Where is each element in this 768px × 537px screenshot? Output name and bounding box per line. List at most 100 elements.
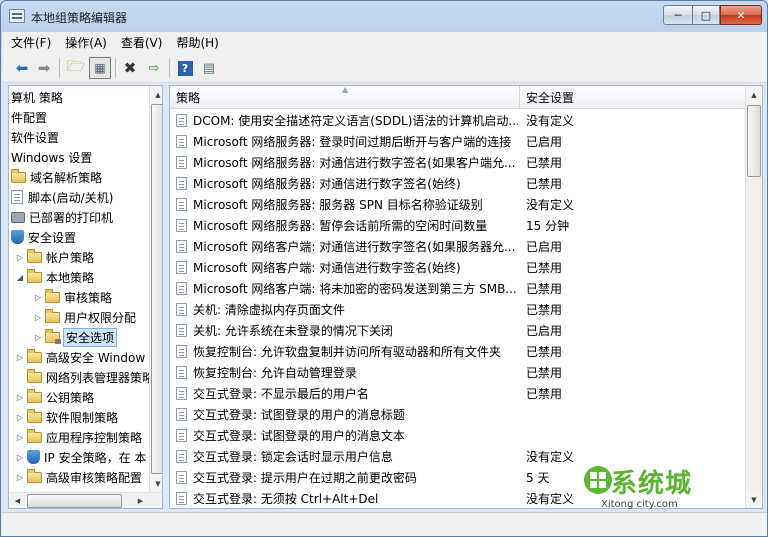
collapsed-arrow-icon[interactable]: ▷ (15, 453, 25, 462)
table-row[interactable]: 恢复控制台: 允许自动管理登录 已禁用 (170, 362, 745, 383)
policy-name: Microsoft 网络服务器: 对通信进行数字签名(始终) (193, 177, 461, 191)
policy-name: Microsoft 网络客户端: 对通信进行数字签名(如果服务器允... (193, 240, 516, 254)
collapsed-arrow-icon[interactable]: ▷ (15, 473, 25, 482)
tree-item-label: 件配置 (11, 110, 48, 125)
policy-cell: Microsoft 网络客户端: 对通信进行数字签名(始终) (176, 259, 518, 276)
policy-cell: 交互式登录: 无须按 Ctrl+Alt+Del (176, 490, 518, 507)
policy-name: Microsoft 网络服务器: 对通信进行数字签名(如果客户端允... (193, 156, 516, 170)
table-row[interactable]: 交互式登录: 试图登录的用户的消息文本 (170, 425, 745, 446)
collapsed-arrow-icon[interactable]: ▷ (15, 253, 25, 262)
table-row[interactable]: Microsoft 网络服务器: 暂停会话前所需的空闲时间数量 15 分钟 (170, 215, 745, 236)
export-icon[interactable]: ⇨ (143, 57, 165, 79)
table-row[interactable]: 交互式登录: 不显示最后的用户名 已禁用 (170, 383, 745, 404)
up-folder-icon[interactable]: 🗁 (65, 57, 87, 79)
collapsed-arrow-icon[interactable]: ▷ (33, 313, 43, 322)
tree-item[interactable]: ▷ 公钥策略 (15, 387, 94, 407)
status-bar (2, 512, 767, 536)
table-row[interactable]: Microsoft 网络服务器: 对通信进行数字签名(始终) 已禁用 (170, 173, 745, 194)
tree-vertical-scrollbar[interactable]: ▲ ▼ (149, 86, 162, 492)
scroll-up-icon[interactable]: ▲ (746, 86, 762, 103)
tree-item[interactable]: ▷ 应用程序控制策略 (15, 427, 142, 447)
menu-view[interactable]: 查看(V) (121, 34, 163, 51)
table-row[interactable]: Microsoft 网络客户端: 将未加密的密码发送到第三方 SMB... 已禁用 (170, 278, 745, 299)
tree-item[interactable]: 域名解析策略 (11, 167, 102, 187)
tree-item[interactable]: ▷ 高级安全 Window (15, 347, 145, 367)
app-icon (9, 9, 25, 23)
back-arrow-icon[interactable]: ⬅ (11, 57, 33, 79)
tree-item[interactable]: 安全设置 (11, 227, 76, 247)
collapsed-arrow-icon[interactable]: ▷ (15, 433, 25, 442)
table-row[interactable]: Microsoft 网络服务器: 服务器 SPN 目标名称验证级别 没有定义 (170, 194, 745, 215)
tree-item-label: 帐户策略 (46, 250, 95, 265)
scroll-down-icon[interactable]: ▼ (746, 491, 762, 508)
column-header-policy[interactable]: ▲ 策略 (170, 86, 520, 109)
policy-name: 恢复控制台: 允许软盘复制并访问所有驱动器和所有文件夹 (193, 345, 501, 359)
scroll-left-icon[interactable]: ◀ (9, 493, 26, 508)
table-row[interactable]: 恢复控制台: 允许软盘复制并访问所有驱动器和所有文件夹 已禁用 (170, 341, 745, 362)
menu-help[interactable]: 帮助(H) (176, 34, 218, 51)
show-tree-icon[interactable]: ▦ (89, 57, 111, 79)
tree-item[interactable]: ▷ 安全选项 (33, 327, 118, 347)
tree-item[interactable]: 脚本(启动/关机) (11, 187, 113, 207)
table-row[interactable]: Microsoft 网络客户端: 对通信进行数字签名(如果服务器允... 已启用 (170, 236, 745, 257)
collapsed-arrow-icon[interactable]: ▷ (15, 413, 25, 422)
collapsed-arrow-icon[interactable]: ▷ (33, 293, 43, 302)
policy-cell: 交互式登录: 试图登录的用户的消息文本 (176, 427, 518, 444)
maximize-button[interactable]: □ (692, 5, 720, 25)
tree-item[interactable]: Windows 设置 (11, 147, 92, 167)
expanded-arrow-icon[interactable]: ◢ (15, 273, 25, 282)
table-row[interactable]: DCOM: 使用安全描述符定义语言(SDDL)语法的计算机启动... 没有定义 (170, 110, 745, 131)
table-row[interactable]: 关机: 允许系统在未登录的情况下关闭 已启用 (170, 320, 745, 341)
tree-item[interactable]: ▷ IP 安全策略，在 本 (15, 447, 146, 467)
tree-item[interactable]: 已部署的打印机 (11, 207, 113, 227)
tree-hscroll-thumb[interactable] (27, 494, 122, 508)
tree-item[interactable]: ▷ 帐户策略 (15, 247, 94, 267)
list-vertical-scrollbar[interactable]: ▲ ▼ (745, 86, 762, 508)
tree-item[interactable]: ▷ 软件限制策略 (15, 407, 118, 427)
tree-horizontal-scrollbar[interactable]: ◀ ▶ (9, 492, 162, 508)
scroll-right-icon[interactable]: ▶ (132, 493, 149, 508)
policy-name: 交互式登录: 锁定会话时显示用户信息 (193, 450, 393, 464)
tree-scroll-thumb[interactable] (151, 104, 162, 474)
table-row[interactable]: Microsoft 网络服务器: 对通信进行数字签名(如果客户端允... 已禁用 (170, 152, 745, 173)
collapsed-arrow-icon[interactable]: ▷ (15, 393, 25, 402)
table-row[interactable]: Microsoft 网络服务器: 登录时间过期后断开与客户端的连接 已启用 (170, 131, 745, 152)
policy-name: DCOM: 使用安全描述符定义语言(SDDL)语法的计算机启动... (193, 114, 518, 128)
tree-item-label: 本地策略 (46, 270, 95, 285)
tree-item[interactable]: 件配置 (11, 107, 47, 127)
table-row[interactable]: 关机: 清除虚拟内存页面文件 已禁用 (170, 299, 745, 320)
tree-item[interactable]: 网络列表管理器策略 (15, 367, 149, 387)
menu-file[interactable]: 文件(F) (11, 34, 51, 51)
menu-action[interactable]: 操作(A) (65, 34, 107, 51)
folder-icon (27, 248, 42, 263)
policy-icon (176, 429, 187, 442)
forward-arrow-icon[interactable]: ➡ (33, 57, 55, 79)
tree-item-label: 域名解析策略 (30, 170, 103, 185)
tree-item-label: 应用程序控制策略 (46, 430, 143, 445)
tree-item[interactable]: ▷ 高级审核策略配置 (15, 467, 142, 487)
delete-icon[interactable]: ✖ (119, 57, 141, 79)
tree-item[interactable]: ▷ 用户权限分配 (33, 307, 136, 327)
properties-icon[interactable]: ▤ (198, 57, 220, 79)
collapsed-arrow-icon[interactable]: ▷ (33, 333, 43, 342)
tree-item[interactable]: 算机 策略 (11, 87, 63, 107)
help-icon[interactable]: ? (174, 57, 196, 79)
list-scroll-thumb[interactable] (747, 105, 761, 177)
scroll-up-icon[interactable]: ▲ (150, 86, 162, 103)
tree-item[interactable]: ▷ 审核策略 (33, 287, 112, 307)
scroll-down-icon[interactable]: ▼ (150, 475, 162, 492)
tree-item[interactable]: 软件设置 (11, 127, 59, 147)
table-row[interactable]: Microsoft 网络客户端: 对通信进行数字签名(始终) 已禁用 (170, 257, 745, 278)
watermark-subtext: Xitong city.com (601, 499, 678, 510)
policy-icon (176, 219, 187, 232)
collapsed-arrow-icon[interactable]: ▷ (15, 353, 25, 362)
minimize-button[interactable]: ─ (663, 5, 693, 25)
policy-icon (176, 198, 187, 211)
close-button[interactable]: ✕ (720, 5, 762, 25)
title-bar: 本地组策略编辑器 ─ □ ✕ (1, 1, 767, 31)
policy-cell: 交互式登录: 不显示最后的用户名 (176, 385, 518, 402)
column-header-setting[interactable]: 安全设置 (520, 86, 745, 109)
tree-item[interactable]: ◢ 本地策略 (15, 267, 94, 287)
policy-icon (176, 261, 187, 274)
table-row[interactable]: 交互式登录: 试图登录的用户的消息标题 (170, 404, 745, 425)
